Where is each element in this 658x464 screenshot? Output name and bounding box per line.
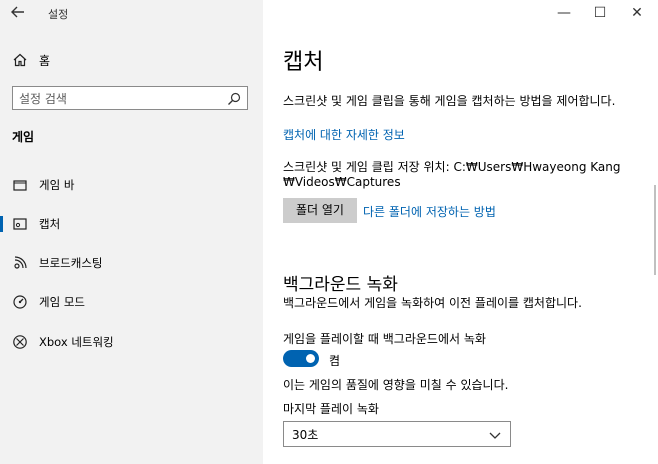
toggle-state-label: 켬 bbox=[329, 354, 341, 368]
quality-note: 이는 게임의 품질에 영향을 미칠 수 있습니다. bbox=[283, 378, 509, 392]
scrollbar[interactable] bbox=[654, 185, 656, 275]
page-title: 캡처 bbox=[283, 50, 324, 75]
minimize-button[interactable]: — bbox=[554, 5, 574, 21]
sidebar: 설정 홈 설정 검색 게임 게임 바 캡처 브로드캐스팅 게임 모드 Xbox … bbox=[0, 0, 263, 464]
save-location-path: ₩Videos₩Captures bbox=[283, 175, 401, 189]
sidebar-item-broadcast[interactable]: 브로드캐스팅 bbox=[0, 252, 263, 274]
last-play-dropdown[interactable]: 30초 bbox=[283, 421, 511, 447]
capture-icon bbox=[12, 216, 28, 232]
xbox-icon bbox=[12, 334, 28, 350]
background-recording-toggle[interactable] bbox=[283, 350, 319, 367]
sidebar-item-game-mode[interactable]: 게임 모드 bbox=[0, 291, 263, 313]
sidebar-item-game-bar[interactable]: 게임 바 bbox=[0, 174, 263, 196]
home-label: 홈 bbox=[39, 53, 51, 68]
last-play-label: 마지막 플레이 녹화 bbox=[283, 402, 379, 416]
sidebar-item-label: Xbox 네트워킹 bbox=[39, 335, 114, 349]
sidebar-item-xbox-networking[interactable]: Xbox 네트워킹 bbox=[0, 331, 263, 353]
sidebar-item-label: 게임 바 bbox=[39, 178, 75, 192]
game-bar-icon bbox=[12, 177, 28, 193]
sidebar-item-label: 게임 모드 bbox=[39, 295, 85, 309]
chevron-down-icon bbox=[488, 427, 502, 441]
open-folder-button[interactable]: 폴더 열기 bbox=[283, 198, 357, 223]
page-description: 스크린샷 및 게임 클립을 통해 게임을 캡처하는 방법을 제어합니다. bbox=[283, 94, 616, 108]
background-recording-heading: 백그라운드 녹화 bbox=[283, 275, 398, 295]
back-arrow-icon[interactable] bbox=[10, 4, 32, 22]
section-title: 게임 bbox=[12, 130, 35, 144]
other-folder-link[interactable]: 다른 폴더에 저장하는 방법 bbox=[363, 203, 496, 220]
game-mode-icon bbox=[12, 294, 28, 310]
save-location-text: 스크린샷 및 게임 클립 저장 위치: C:₩Users₩Hwayeong Ka… bbox=[283, 160, 621, 174]
broadcast-icon bbox=[12, 255, 28, 271]
maximize-button[interactable]: ☐ bbox=[590, 5, 610, 21]
home-icon bbox=[12, 52, 28, 68]
background-recording-description: 백그라운드에서 게임을 녹화하여 이전 플레이를 캡처합니다. bbox=[283, 296, 582, 310]
main-content: — ☐ ✕ 캡처 스크린샷 및 게임 클립을 통해 게임을 캡처하는 방법을 제… bbox=[263, 0, 658, 464]
sidebar-item-home[interactable]: 홈 bbox=[12, 50, 50, 70]
sidebar-item-capture[interactable]: 캡처 bbox=[0, 213, 263, 235]
close-button[interactable]: ✕ bbox=[627, 5, 647, 21]
sidebar-item-label: 브로드캐스팅 bbox=[39, 256, 103, 270]
search-input[interactable]: 설정 검색 bbox=[12, 86, 248, 110]
sidebar-item-label: 캡처 bbox=[39, 217, 61, 231]
search-placeholder: 설정 검색 bbox=[19, 91, 67, 106]
dropdown-value: 30초 bbox=[292, 427, 319, 442]
background-recording-toggle-label: 게임을 플레이할 때 백그라운드에서 녹화 bbox=[283, 332, 486, 346]
search-icon[interactable] bbox=[227, 91, 241, 105]
more-info-link[interactable]: 캡처에 대한 자세한 정보 bbox=[283, 126, 405, 143]
toggle-knob bbox=[306, 354, 315, 363]
app-title: 설정 bbox=[48, 8, 69, 21]
